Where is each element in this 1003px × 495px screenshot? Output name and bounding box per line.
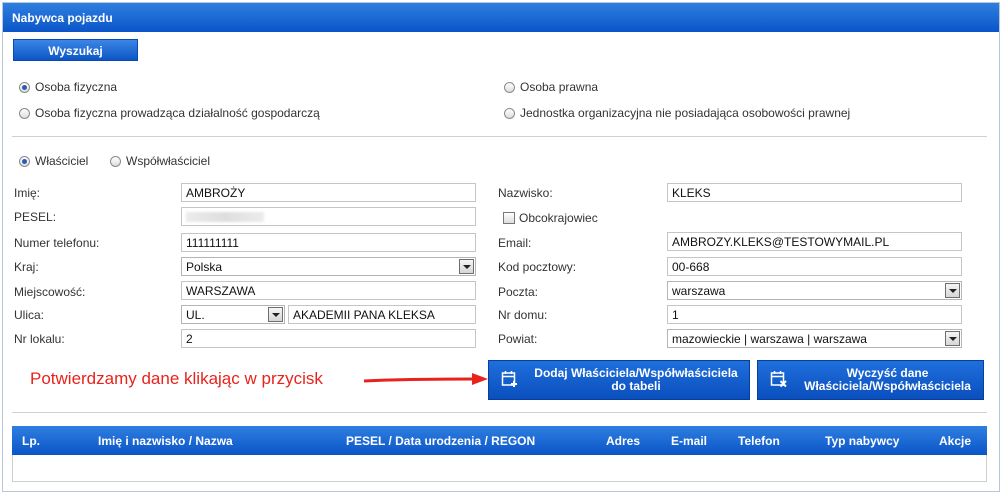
phone-input[interactable]: 111111111: [181, 233, 476, 252]
pesel-label: PESEL:: [14, 210, 57, 224]
street-prefix-select[interactable]: UL.: [181, 305, 285, 324]
chevron-down-icon[interactable]: [945, 283, 960, 298]
house-number-input[interactable]: 1: [667, 305, 962, 324]
street-input[interactable]: AKADEMII PANA KLEKSA: [288, 305, 476, 324]
email-label: Email:: [498, 236, 532, 250]
foreigner-checkbox[interactable]: Obcokrajowiec: [503, 211, 598, 225]
phone-label: Numer telefonu:: [14, 236, 100, 250]
apartment-label: Nr lokalu:: [14, 332, 65, 346]
email-input[interactable]: AMBROZY.KLEKS@TESTOWYMAIL.PL: [667, 232, 962, 251]
clear-owner-button[interactable]: Wyczyść dane Właściciela/Współwłaściciel…: [757, 360, 984, 400]
country-value: Polska: [186, 260, 223, 274]
divider: [12, 412, 987, 413]
street-label: Ulica:: [14, 308, 45, 322]
owners-table-header: Lp. Imię i nazwisko / Nazwa PESEL / Data…: [12, 426, 987, 455]
last-name-label: Nazwisko:: [498, 186, 553, 200]
clear-owner-line2: Właściciela/Współwłaściciela: [804, 379, 971, 393]
radio-osoba-prawna[interactable]: Osoba prawna: [504, 80, 598, 94]
clear-owner-button-label: Wyczyść dane Właściciela/Współwłaściciel…: [798, 367, 983, 393]
add-owner-line1: Dodaj Właściciela/Współwłaściciela: [534, 366, 738, 380]
checkbox-icon: [503, 212, 515, 224]
column-email: E-mail: [671, 434, 708, 448]
postal-code-label: Kod pocztowy:: [498, 260, 577, 274]
radio-unchecked-icon: [504, 107, 515, 119]
first-name-label: Imię:: [14, 186, 41, 200]
owners-table-body: [12, 455, 987, 482]
radio-wspolwlasciciel[interactable]: Współwłaściciel: [110, 154, 210, 168]
radio-label: Osoba fizyczna prowadząca działalność go…: [35, 106, 320, 120]
street-prefix-value: UL.: [186, 308, 205, 322]
search-button[interactable]: Wyszukaj: [13, 39, 138, 61]
first-name-input[interactable]: AMBROŻY: [181, 183, 476, 202]
radio-label: Osoba fizyczna: [35, 80, 118, 94]
column-phone: Telefon: [738, 434, 780, 448]
post-office-select[interactable]: warszawa: [667, 281, 962, 300]
column-address: Adres: [606, 434, 641, 448]
clear-owner-line1: Wyczyść dane: [846, 366, 929, 380]
column-lp: Lp.: [22, 434, 40, 448]
county-value: mazowieckie | warszawa | warszawa: [672, 332, 867, 346]
add-owner-line2: do tabeli: [611, 379, 661, 393]
chevron-down-icon[interactable]: [945, 331, 960, 346]
radio-unchecked-icon: [504, 81, 515, 93]
post-office-value: warszawa: [672, 284, 726, 298]
radio-label: Współwłaściciel: [126, 154, 211, 168]
county-label: Powiat:: [498, 332, 538, 346]
radio-unchecked-icon: [110, 155, 121, 167]
apartment-input[interactable]: 2: [181, 329, 476, 348]
radio-dzialalnosc-gospodarcza[interactable]: Osoba fizyczna prowadząca działalność go…: [19, 106, 320, 120]
column-name: Imię i nazwisko / Nazwa: [98, 434, 233, 448]
radio-label: Jednostka organizacyjna nie posiadająca …: [520, 106, 851, 120]
pesel-redacted: [186, 212, 264, 222]
add-owner-button-label: Dodaj Właściciela/Współwłaściciela do ta…: [529, 367, 749, 393]
house-number-label: Nr domu:: [498, 308, 548, 322]
radio-checked-icon: [19, 81, 30, 93]
chevron-down-icon[interactable]: [459, 259, 474, 274]
panel-title: Nabywca pojazdu: [3, 3, 999, 32]
chevron-down-icon[interactable]: [268, 307, 283, 322]
add-owner-button[interactable]: Dodaj Właściciela/Współwłaściciela do ta…: [488, 360, 750, 400]
column-buyer-type: Typ nabywcy: [825, 434, 900, 448]
postal-code-input[interactable]: 00-668: [667, 257, 962, 276]
red-arrow-icon: [363, 373, 488, 385]
last-name-input[interactable]: KLEKS: [667, 183, 962, 202]
column-pesel: PESEL / Data urodzenia / REGON: [346, 434, 536, 448]
radio-label: Właściciel: [35, 154, 89, 168]
radio-unchecked-icon: [19, 107, 30, 119]
column-actions: Akcje: [939, 434, 972, 448]
pesel-input[interactable]: [181, 207, 476, 226]
divider: [12, 136, 987, 137]
county-select[interactable]: mazowieckie | warszawa | warszawa: [667, 329, 962, 348]
foreigner-label: Obcokrajowiec: [519, 211, 598, 225]
city-label: Miejscowość:: [14, 285, 86, 299]
country-label: Kraj:: [14, 260, 39, 274]
country-select[interactable]: Polska: [181, 257, 476, 276]
annotation-text: Potwierdzamy dane klikając w przycisk: [30, 369, 323, 388]
radio-wlasciciel[interactable]: Właściciel: [19, 154, 88, 168]
radio-osoba-fizyczna[interactable]: Osoba fizyczna: [19, 80, 117, 94]
radio-checked-icon: [19, 155, 30, 167]
radio-jednostka-organizacyjna[interactable]: Jednostka organizacyjna nie posiadająca …: [504, 106, 850, 120]
city-input[interactable]: WARSZAWA: [181, 281, 476, 300]
post-office-label: Poczta:: [498, 285, 539, 299]
calendar-clear-icon: [770, 370, 792, 391]
radio-label: Osoba prawna: [520, 80, 599, 94]
calendar-add-icon: [501, 370, 523, 391]
